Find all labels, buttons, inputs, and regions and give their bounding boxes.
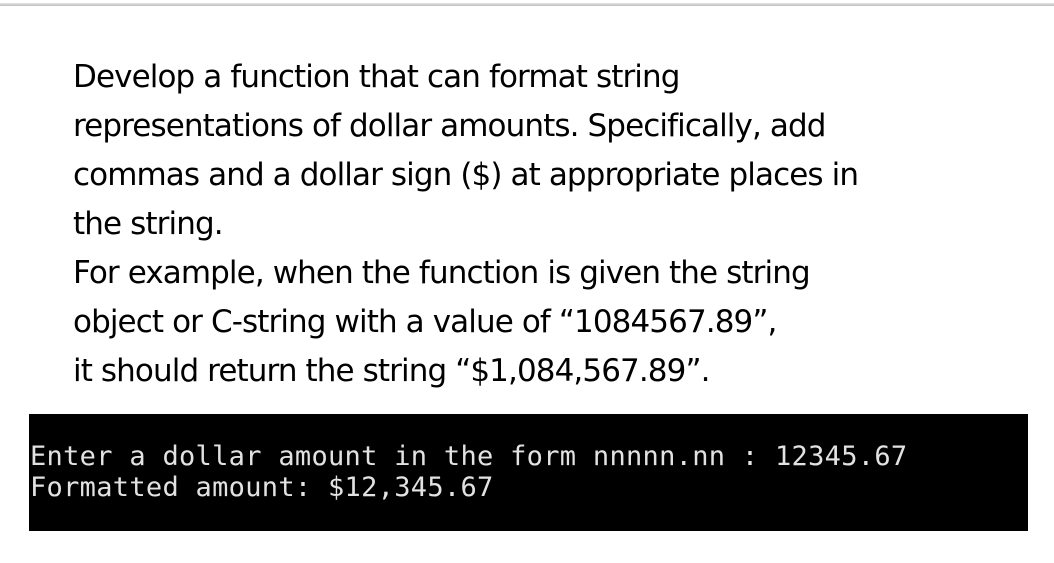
prompt-line-2: representations of dollar amounts. Speci…: [73, 108, 826, 144]
console-input-line: Enter a dollar amount in the form nnnnn.…: [30, 441, 908, 472]
console-output: Enter a dollar amount in the form nnnnn.…: [29, 414, 1028, 531]
prompt-line-7: it should return the string “$1,084,567.…: [73, 353, 710, 389]
assignment-prompt: Develop a function that can format strin…: [73, 53, 1033, 396]
prompt-line-4: the string.: [73, 206, 224, 242]
prompt-line-5: For example, when the function is given …: [73, 255, 811, 291]
top-divider: [0, 3, 1054, 6]
prompt-line-3: commas and a dollar sign ($) at appropri…: [73, 157, 859, 193]
prompt-line-1: Develop a function that can format strin…: [73, 59, 680, 95]
prompt-line-6: object or C-string with a value of “1084…: [73, 304, 777, 340]
console-result-line: Formatted amount: $12,345.67: [30, 472, 494, 503]
